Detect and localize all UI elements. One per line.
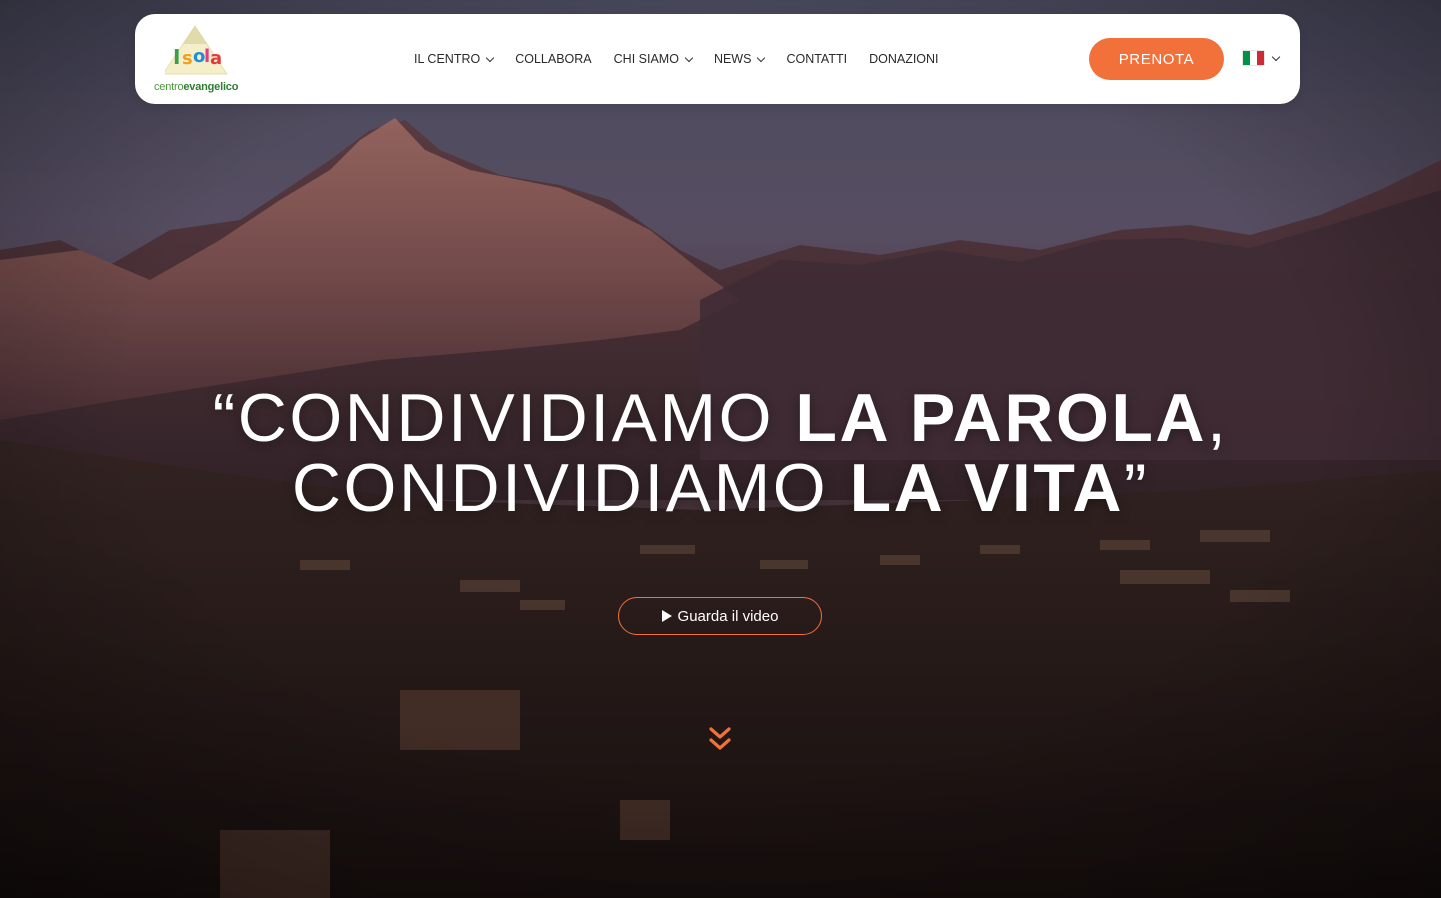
logo-mountain-icon: I s o l a [165, 25, 228, 75]
prenota-button[interactable]: PRENOTA [1089, 38, 1224, 80]
svg-text:s: s [182, 48, 193, 69]
watch-video-label: Guarda il video [677, 607, 779, 625]
site-logo[interactable]: I s o l a centroevangelico [151, 24, 243, 96]
headline-line-2: CONDIVIDIAMO LA VITA” [291, 450, 1150, 526]
chevron-down-icon [485, 53, 495, 62]
chevron-down-icon [1271, 52, 1281, 61]
nav-item-collabora[interactable]: COLLABORA [515, 52, 591, 66]
chevron-down-icon [684, 53, 694, 62]
italy-flag-icon [1243, 51, 1264, 65]
nav-item-il-centro[interactable]: IL CENTRO [414, 52, 495, 66]
nav-item-news[interactable]: NEWS [713, 52, 766, 66]
nav-item-label: IL CENTRO [414, 52, 481, 66]
nav-item-contatti[interactable]: CONTATTI [786, 52, 847, 66]
logo-caption-light: centro [154, 81, 184, 93]
logo-caption-bold: evangelico [183, 81, 239, 93]
double-chevron-down-icon [709, 727, 731, 750]
svg-text:a: a [210, 48, 222, 69]
logo-caption: centroevangelico [154, 81, 238, 93]
watch-video-button[interactable]: Guarda il video [618, 597, 822, 635]
svg-text:I: I [173, 45, 180, 69]
nav-item-label: DONAZIONI [869, 52, 939, 66]
nav-item-label: CHI SIAMO [613, 52, 679, 66]
language-selector[interactable] [1243, 51, 1281, 65]
headline-line-1: “CONDIVIDIAMO LA PAROLA, [212, 380, 1229, 456]
chevron-down-icon [757, 53, 766, 62]
hero-headline: “CONDIVIDIAMO LA PAROLA, CONDIVIDIAMO LA… [0, 383, 1441, 523]
nav-item-chi-siamo[interactable]: CHI SIAMO [613, 52, 694, 66]
nav-item-label: CONTATTI [786, 52, 848, 66]
main-nav: IL CENTRO COLLABORA CHI SIAMO NEWS CONTA… [414, 14, 939, 104]
scroll-down-button[interactable] [706, 725, 734, 755]
nav-item-label: COLLABORA [515, 52, 592, 66]
site-header: I s o l a centroevangelico IL CENTRO COL… [135, 14, 1300, 104]
nav-item-label: NEWS [713, 52, 752, 66]
nav-item-donazioni[interactable]: DONAZIONI [869, 52, 938, 66]
play-icon [661, 610, 672, 622]
